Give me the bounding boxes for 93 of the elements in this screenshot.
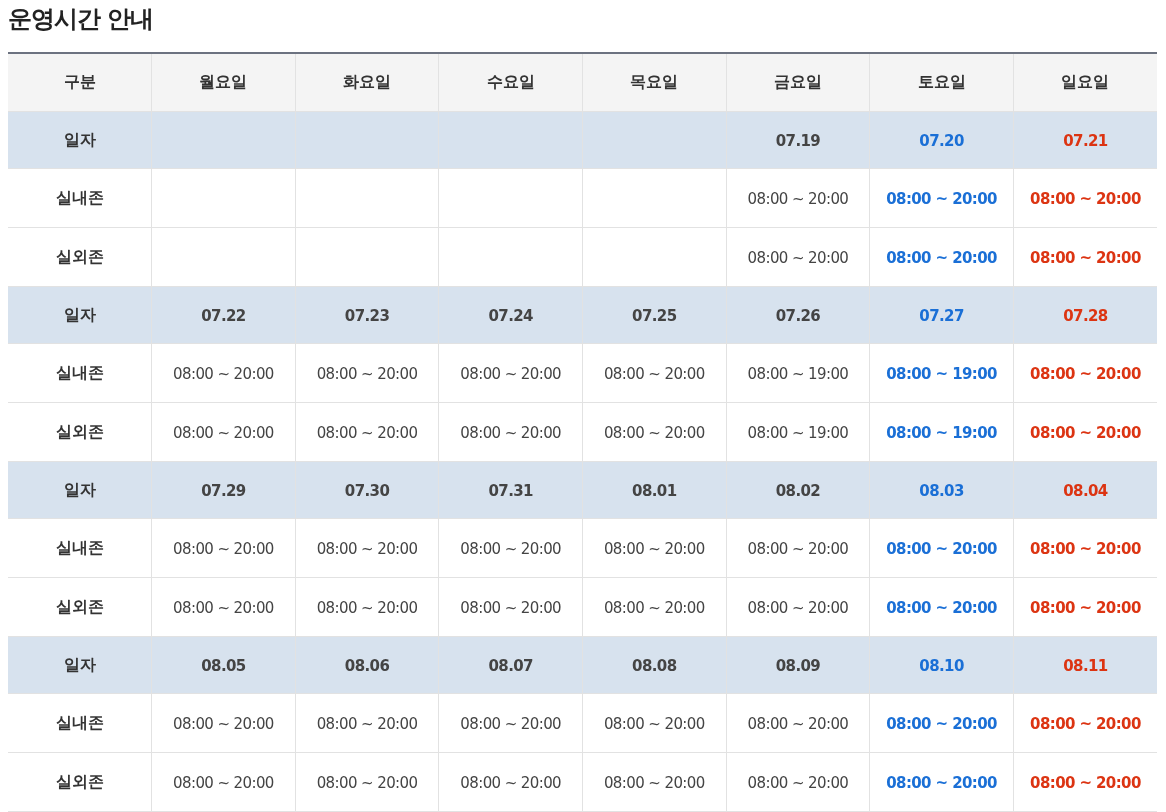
hours-text: 08:00 ~ 20:00	[460, 598, 562, 617]
date-text: 08.11	[1063, 656, 1108, 675]
hours-text: 08:00 ~ 20:00	[603, 539, 705, 558]
hours-text: 08:00 ~ 20:00	[1030, 364, 1141, 383]
date-text: 08.02	[775, 481, 821, 500]
date-text: 07.24	[488, 306, 533, 325]
hours-text: 08:00 ~ 20:00	[173, 423, 274, 442]
date-text: 07.28	[1063, 306, 1108, 325]
hours-text: 08:00 ~ 20:00	[316, 539, 418, 558]
hours-text: 08:00 ~ 20:00	[603, 598, 705, 617]
hours-text: 08:00 ~ 20:00	[886, 598, 997, 617]
hours-text: 08:00 ~ 20:00	[747, 773, 849, 792]
date-text: 07.25	[632, 306, 677, 325]
hours-text: 08:00 ~ 20:00	[886, 714, 997, 733]
hours-text: 08:00 ~ 20:00	[886, 539, 997, 558]
hours-text: 08:00 ~ 20:00	[603, 364, 705, 383]
row-label: 일자	[63, 654, 96, 674]
hours-text: 08:00 ~ 20:00	[1030, 248, 1141, 267]
column-header: 토요일	[869, 53, 1014, 112]
date-text: 08.08	[632, 656, 677, 675]
date-text: 07.21	[1063, 131, 1108, 150]
hours-text: 08:00 ~ 20:00	[316, 364, 418, 383]
hours-text: 08:00 ~ 19:00	[747, 364, 849, 383]
hours-text: 08:00 ~ 20:00	[747, 714, 849, 733]
column-header: 구분	[8, 53, 152, 112]
hours-text: 08:00 ~ 20:00	[747, 189, 849, 208]
row-label: 실내존	[55, 187, 104, 207]
hours-text: 08:00 ~ 20:00	[173, 773, 274, 792]
column-header: 금요일	[726, 53, 870, 112]
hours-text: 08:00 ~ 20:00	[886, 189, 997, 208]
hours-text: 08:00 ~ 20:00	[173, 364, 274, 383]
hours-text: 08:00 ~ 20:00	[1030, 714, 1141, 733]
hours-text: 08:00 ~ 20:00	[747, 248, 849, 267]
hours-text: 08:00 ~ 20:00	[173, 539, 274, 558]
column-header: 목요일	[582, 53, 727, 112]
row-label: 일자	[63, 304, 96, 324]
row-label: 실내존	[55, 712, 104, 732]
hours-text: 08:00 ~ 20:00	[886, 773, 997, 792]
hours-text: 08:00 ~ 20:00	[1030, 423, 1141, 442]
column-header: 일요일	[1013, 53, 1157, 112]
column-header: 화요일	[295, 53, 439, 112]
hours-text: 08:00 ~ 20:00	[460, 773, 562, 792]
row-label: 실외존	[55, 596, 104, 616]
hours-text: 08:00 ~ 20:00	[1030, 189, 1141, 208]
date-text: 07.20	[919, 131, 964, 150]
row-label: 일자	[63, 129, 96, 149]
date-text: 08.10	[919, 656, 964, 675]
row-label: 실외존	[55, 771, 104, 791]
page-title: 운영시간 안내	[8, 4, 155, 35]
date-text: 07.31	[488, 481, 533, 500]
row-label: 실외존	[55, 421, 104, 441]
hours-text: 08:00 ~ 19:00	[886, 364, 997, 383]
row-label: 실내존	[55, 537, 104, 557]
date-text: 08.04	[1063, 481, 1108, 500]
column-header: 월요일	[151, 53, 296, 112]
date-text: 07.22	[201, 306, 246, 325]
hours-text: 08:00 ~ 19:00	[747, 423, 849, 442]
date-text: 07.26	[775, 306, 821, 325]
hours-text: 08:00 ~ 20:00	[603, 773, 705, 792]
date-text: 08.06	[344, 656, 390, 675]
date-text: 08.03	[919, 481, 964, 500]
column-header: 수요일	[438, 53, 583, 112]
row-label: 실내존	[55, 362, 104, 382]
hours-text: 08:00 ~ 20:00	[460, 714, 562, 733]
hours-text: 08:00 ~ 20:00	[1030, 539, 1141, 558]
hours-text: 08:00 ~ 20:00	[460, 364, 562, 383]
hours-text: 08:00 ~ 20:00	[603, 714, 705, 733]
date-text: 07.30	[344, 481, 390, 500]
date-text: 07.29	[201, 481, 246, 500]
date-text: 07.19	[775, 131, 821, 150]
hours-text: 08:00 ~ 20:00	[460, 539, 562, 558]
hours-text: 08:00 ~ 20:00	[316, 714, 418, 733]
hours-text: 08:00 ~ 20:00	[747, 598, 849, 617]
hours-text: 08:00 ~ 20:00	[173, 598, 274, 617]
hours-text: 08:00 ~ 20:00	[316, 598, 418, 617]
date-text: 08.09	[775, 656, 821, 675]
hours-text: 08:00 ~ 19:00	[886, 423, 997, 442]
row-label: 일자	[63, 479, 96, 499]
hours-text: 08:00 ~ 20:00	[1030, 773, 1141, 792]
date-text: 07.27	[919, 306, 964, 325]
date-text: 08.05	[201, 656, 246, 675]
hours-text: 08:00 ~ 20:00	[460, 423, 562, 442]
hours-text: 08:00 ~ 20:00	[603, 423, 705, 442]
hours-text: 08:00 ~ 20:00	[316, 423, 418, 442]
hours-text: 08:00 ~ 20:00	[747, 539, 849, 558]
hours-text: 08:00 ~ 20:00	[316, 773, 418, 792]
hours-text: 08:00 ~ 20:00	[1030, 598, 1141, 617]
date-text: 08.01	[632, 481, 677, 500]
row-label: 실외존	[55, 246, 104, 266]
date-text: 07.23	[344, 306, 390, 325]
hours-text: 08:00 ~ 20:00	[173, 714, 274, 733]
hours-text: 08:00 ~ 20:00	[886, 248, 997, 267]
date-text: 08.07	[488, 656, 533, 675]
